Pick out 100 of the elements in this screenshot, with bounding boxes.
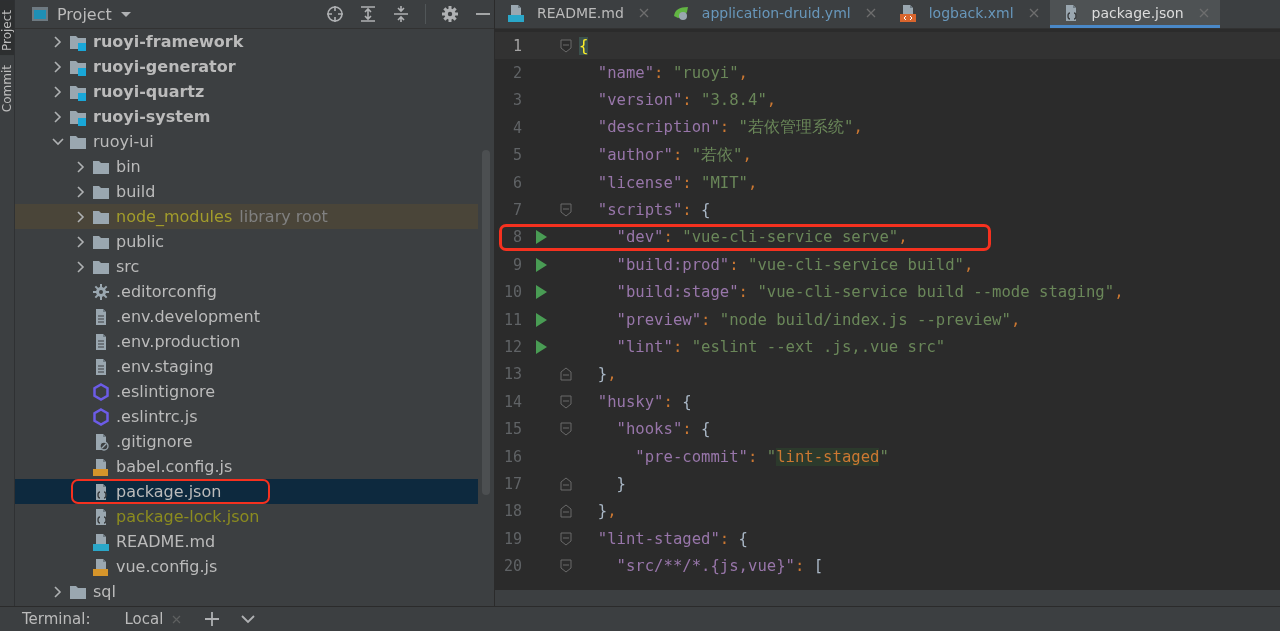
tree-item[interactable]: node_modules library root [15, 204, 478, 229]
hexagon-icon [92, 407, 110, 426]
code-line: "lint-staged": { [596, 529, 748, 548]
line-number: 11 [502, 310, 522, 329]
editor-tab[interactable]: logback.xml [886, 0, 1050, 28]
tree-item[interactable]: package.json [15, 479, 478, 504]
line-number: 15 [502, 420, 522, 439]
code-line: "author": "若依", [596, 144, 752, 166]
tree-item[interactable]: .gitignore [15, 429, 478, 454]
tree-item[interactable]: ruoyi-ui [15, 129, 478, 154]
code-line: "build:stage": "vue-cli-service build --mode staging", [615, 283, 1124, 302]
code-line: "name": "ruoyi", [596, 64, 748, 83]
tree-item[interactable]: public [15, 229, 478, 254]
tree-item[interactable]: bin [15, 154, 478, 179]
tree-item[interactable]: .eslintignore [15, 379, 478, 404]
line-number: 1 [511, 36, 522, 55]
line-number: 12 [502, 338, 522, 356]
gear-icon [92, 282, 110, 301]
fold-icon[interactable] [560, 38, 572, 53]
code-line: "dev": "vue-cli-service serve", [615, 228, 908, 247]
line-number: 18 [502, 502, 522, 521]
tree-item[interactable]: build [15, 179, 478, 204]
fold-icon[interactable] [560, 422, 572, 437]
script-file-icon [92, 457, 110, 476]
line-number: 9 [511, 255, 522, 274]
collapse-all-icon[interactable] [392, 5, 410, 23]
code-line: "license": "MIT", [596, 173, 758, 192]
window-icon [31, 5, 49, 23]
fold-icon[interactable] [560, 531, 572, 546]
tree-item[interactable]: src [15, 254, 478, 279]
line-number: 3 [511, 91, 522, 110]
editor-tab[interactable]: package.json [1049, 0, 1220, 28]
code-line: }, [596, 365, 617, 384]
code-line: "lint": "eslint --ext .js,.vue src" [615, 338, 946, 356]
panel-title: Terminal: [22, 610, 91, 628]
line-number: 8 [511, 228, 522, 247]
hint-label: library root [239, 207, 328, 226]
run-icon[interactable] [534, 229, 548, 246]
tree-item[interactable]: ruoyi-system [15, 104, 478, 129]
line-number: 5 [511, 146, 522, 165]
locate-icon[interactable] [326, 5, 344, 23]
tree-item[interactable]: package-lock.json [15, 504, 478, 529]
fold-icon[interactable] [560, 203, 572, 218]
code-line: }, [596, 502, 617, 521]
markdown-file-icon [92, 532, 110, 551]
line-number: 6 [511, 173, 522, 192]
code-line: "description": "若依管理系统", [596, 117, 863, 139]
expand-all-icon[interactable] [359, 5, 377, 23]
markdown-file-icon [507, 3, 525, 22]
code-line: "version": "3.8.4", [596, 91, 777, 110]
line-number: 10 [502, 283, 522, 302]
code-line: "pre-commit": "lint-staged" [634, 447, 889, 466]
fold-icon[interactable] [560, 367, 572, 382]
line-number: 17 [502, 474, 522, 493]
tool-window-tab[interactable]: Commit [0, 55, 14, 123]
editor-tab[interactable]: README.md [495, 0, 660, 28]
line-number: 19 [502, 529, 522, 548]
line-number: 7 [511, 201, 522, 220]
caret-icon [119, 9, 132, 19]
view-selector[interactable]: Project [31, 4, 132, 24]
editor-tab[interactable]: application-druid.yml [659, 0, 887, 28]
line-number: 4 [511, 118, 522, 137]
tree-item[interactable]: ruoyi-quartz [15, 79, 478, 104]
tree-item[interactable]: ruoyi-generator [15, 54, 478, 79]
fold-icon[interactable] [560, 504, 572, 519]
line-number: 20 [502, 557, 522, 576]
code-line: "src/**/*.{js,vue}": [ [615, 557, 824, 576]
run-icon[interactable] [534, 311, 548, 328]
code-line: "hooks": { [615, 420, 711, 439]
terminal-tab[interactable]: Local [124, 610, 183, 628]
tree-item[interactable]: vue.config.js [15, 554, 478, 579]
fold-icon[interactable] [560, 559, 572, 574]
line-number: 2 [511, 64, 522, 83]
line-number: 13 [502, 365, 522, 384]
settings-icon[interactable] [441, 5, 459, 23]
code-line: "build:prod": "vue-cli-service build", [615, 255, 974, 274]
add-icon[interactable] [204, 611, 221, 627]
fold-icon[interactable] [560, 394, 572, 409]
tree-item[interactable]: babel.config.js [15, 454, 478, 479]
tree-item[interactable]: .eslintrc.js [15, 404, 478, 429]
tree-item[interactable]: .env.production [15, 329, 478, 354]
tree-item[interactable]: .env.development [15, 304, 478, 329]
run-icon[interactable] [534, 256, 548, 273]
line-number: 16 [502, 447, 522, 466]
code-line: } [615, 474, 626, 493]
tree-item[interactable]: ruoyi-framework [15, 29, 478, 54]
hexagon-icon [92, 382, 110, 401]
tree-item[interactable]: .env.staging [15, 354, 478, 379]
tool-window-tab[interactable]: Project [0, 0, 14, 56]
tree-item[interactable]: README.md [15, 529, 478, 554]
run-icon[interactable] [534, 284, 548, 301]
script-file-icon [92, 557, 110, 576]
code-line: "husky": { [596, 392, 692, 411]
fold-icon[interactable] [560, 476, 572, 491]
run-icon[interactable] [534, 339, 548, 355]
line-number: 14 [502, 392, 522, 411]
tree-item[interactable]: sql [15, 579, 478, 604]
tree-item[interactable]: .editorconfig [15, 279, 478, 304]
code-line: "scripts": { [596, 201, 711, 220]
markup-file-icon [898, 3, 917, 22]
